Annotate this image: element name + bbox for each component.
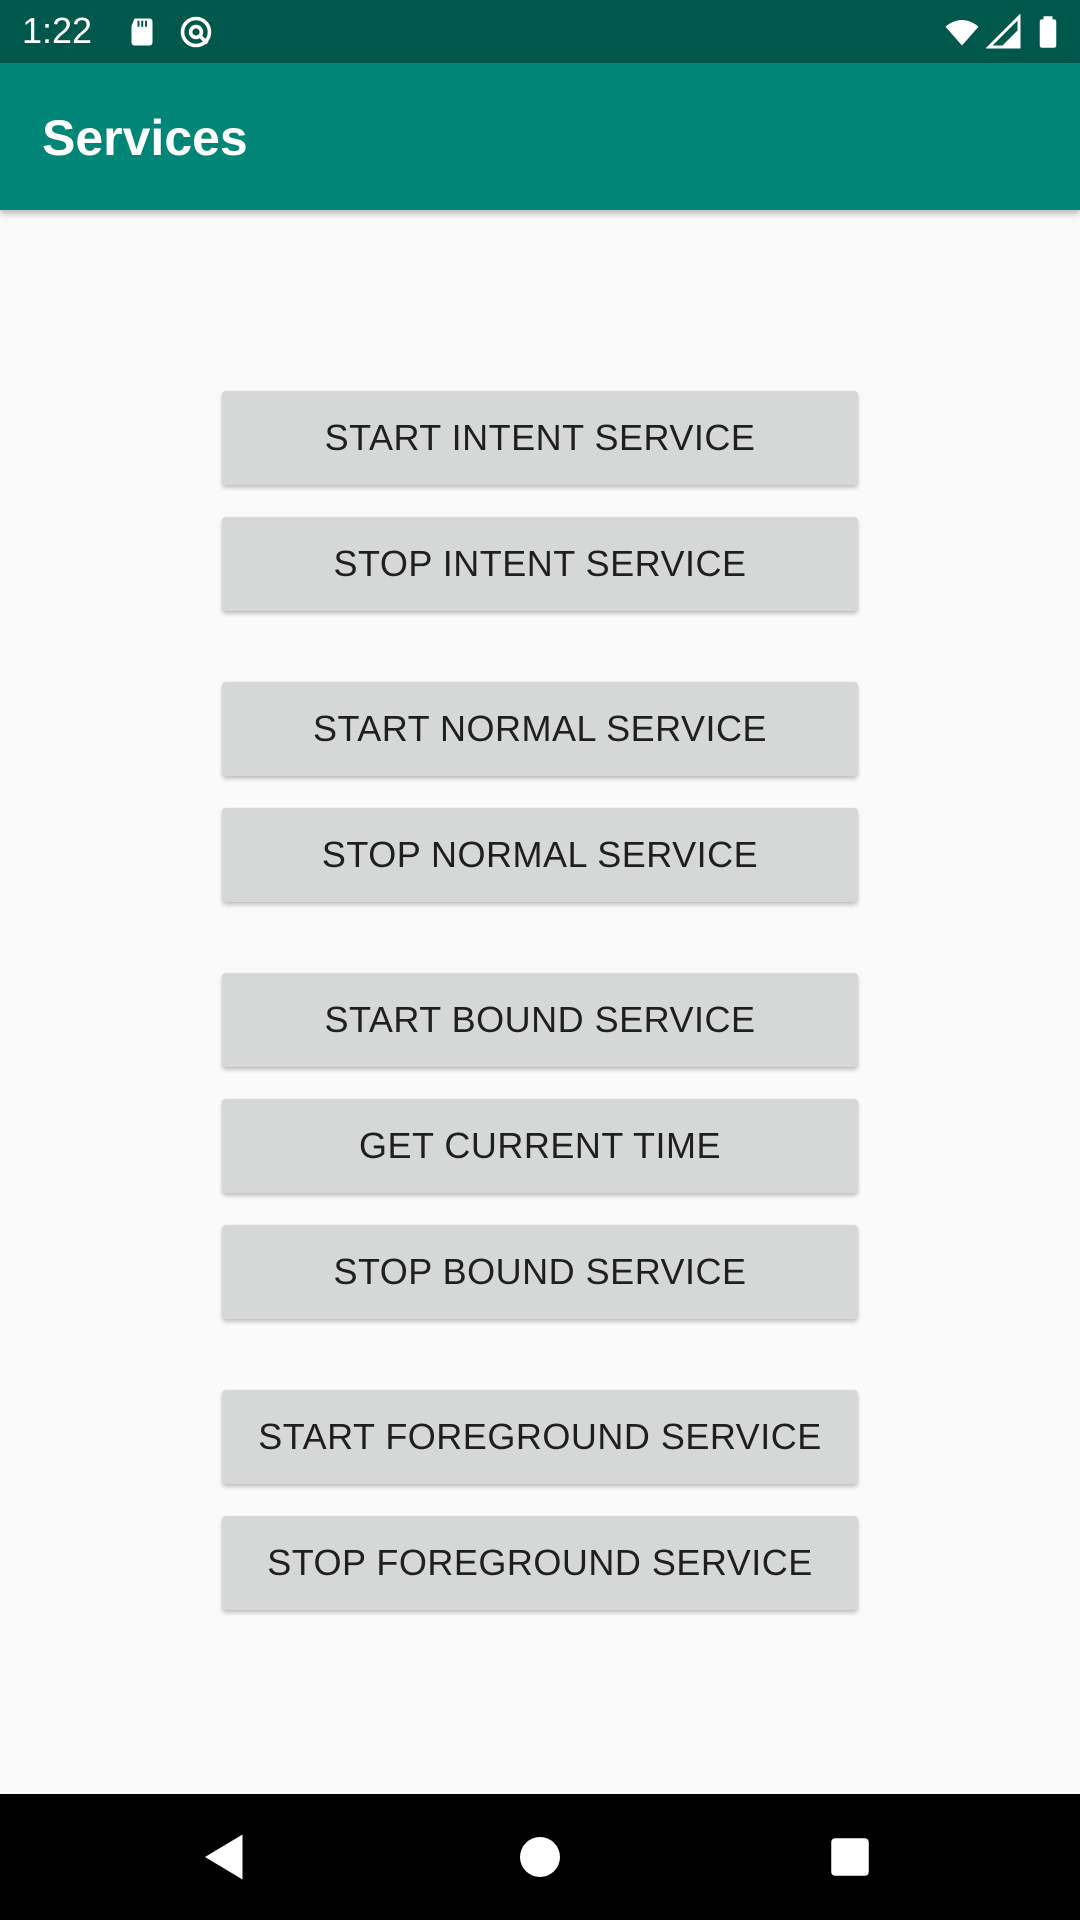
screen: 1:22 Services START INTENT SERVICE STOP … [0, 0, 1080, 1920]
get-current-time-button[interactable]: GET CURRENT TIME [222, 1099, 858, 1193]
sd-card-icon [131, 18, 153, 46]
stop-bound-service-button[interactable]: STOP BOUND SERVICE [222, 1225, 858, 1319]
stop-normal-service-button[interactable]: STOP NORMAL SERVICE [222, 808, 858, 902]
battery-icon [1039, 16, 1057, 48]
wifi-icon [945, 20, 979, 46]
app-bar: Services [0, 63, 1080, 210]
content-area: START INTENT SERVICE STOP INTENT SERVICE… [0, 210, 1080, 1794]
recents-icon[interactable] [820, 1827, 880, 1887]
at-sign-icon [180, 16, 212, 48]
status-time: 1:22 [22, 10, 93, 51]
start-bound-service-button[interactable]: START BOUND SERVICE [222, 973, 858, 1067]
stop-foreground-service-button[interactable]: STOP FOREGROUND SERVICE [222, 1516, 858, 1610]
cell-signal-icon [986, 14, 1021, 49]
page-title: Services [42, 110, 248, 166]
start-intent-service-button[interactable]: START INTENT SERVICE [222, 391, 858, 485]
start-normal-service-button[interactable]: START NORMAL SERVICE [222, 682, 858, 776]
start-foreground-service-button[interactable]: START FOREGROUND SERVICE [222, 1390, 858, 1484]
status-bar: 1:22 [0, 0, 1080, 63]
stop-intent-service-button[interactable]: STOP INTENT SERVICE [222, 517, 858, 611]
home-icon[interactable] [510, 1827, 570, 1887]
navigation-bar [0, 1794, 1080, 1920]
back-icon[interactable] [195, 1827, 255, 1887]
